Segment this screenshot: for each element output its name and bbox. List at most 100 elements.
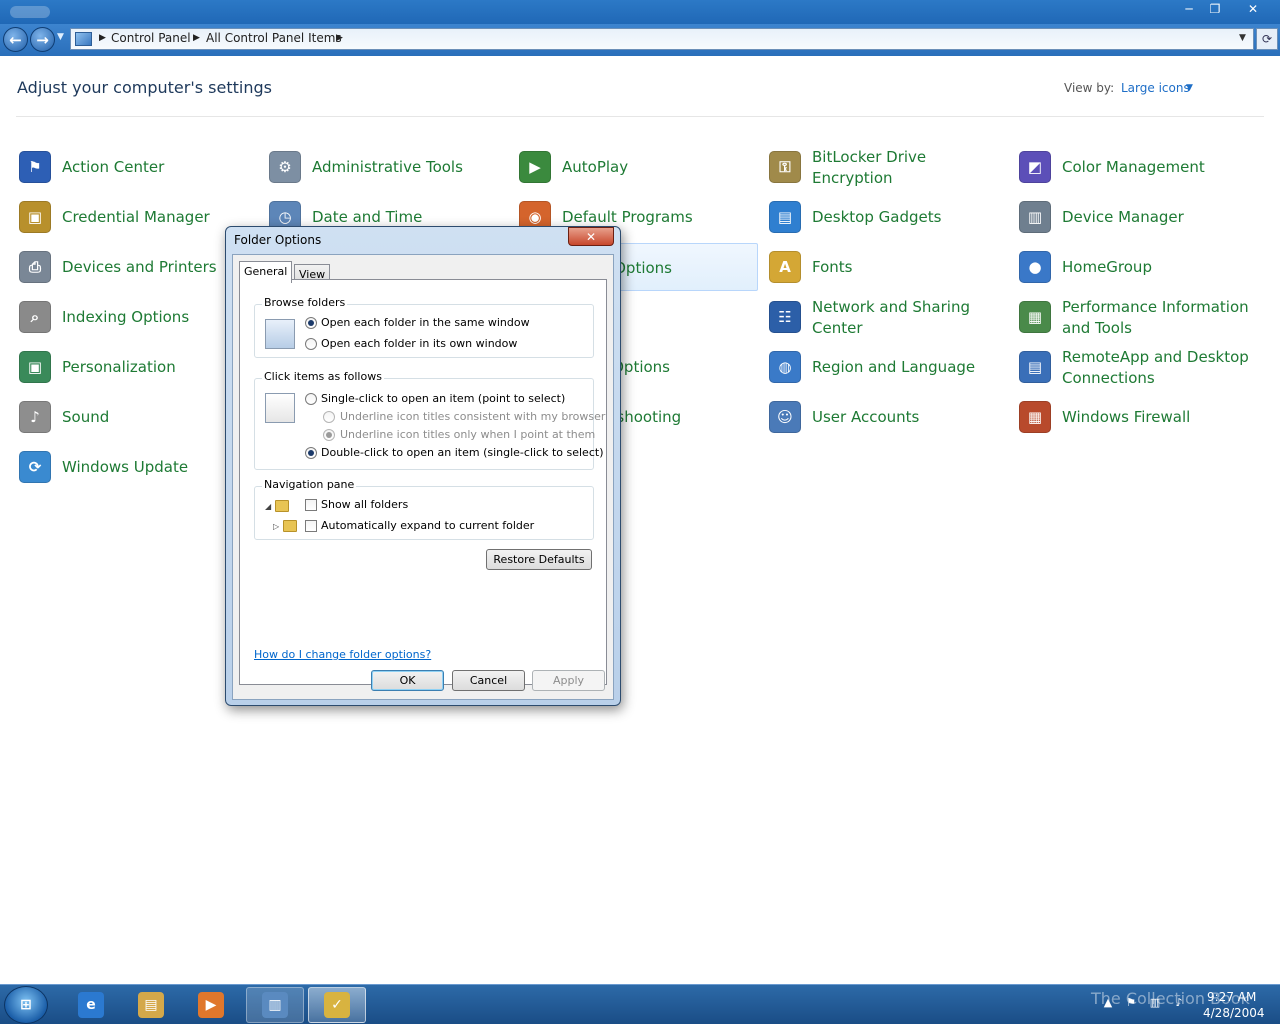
dialog-body: General View Browse folders Open each fo… [232, 254, 614, 700]
dialog-close-button[interactable]: ✕ [568, 227, 614, 246]
action-center-flag-icon[interactable]: ⚑ [1124, 995, 1138, 1009]
personalization-icon: ▣ [19, 351, 51, 383]
control-panel-item[interactable]: ▦ Windows Firewall [1016, 393, 1258, 441]
chevron-down-icon[interactable]: ▼ [1186, 83, 1193, 93]
breadcrumb-separator[interactable]: ▶ [193, 33, 200, 43]
control-panel-item[interactable]: ▤ RemoteApp and Desktop Connections [1016, 343, 1258, 391]
option-label[interactable]: Single-click to open an item (point to s… [321, 392, 565, 405]
show-hidden-icons-button[interactable]: ▲ [1101, 995, 1115, 1009]
folder-options-icon: ✓ [324, 992, 350, 1018]
control-panel-item[interactable]: ⎙ Devices and Printers [16, 243, 258, 291]
control-panel-item[interactable]: ▶ AutoPlay [516, 143, 758, 191]
radio-underline-browser[interactable] [323, 411, 335, 423]
forward-button[interactable]: → [30, 27, 55, 52]
address-bar[interactable]: ▶ Control Panel ▶ All Control Panel Item… [70, 28, 1254, 50]
control-panel-item[interactable]: ▥ Device Manager [1016, 193, 1258, 241]
network-icon[interactable]: ▥ [1148, 995, 1162, 1009]
option-label[interactable]: Open each folder in the same window [321, 316, 530, 329]
control-panel-item-label: Devices and Printers [62, 258, 217, 276]
folder-icon [283, 520, 297, 532]
control-panel-item[interactable]: ☷ Network and Sharing Center [766, 293, 1008, 341]
page-title: Adjust your computer's settings [17, 78, 272, 97]
control-panel-item[interactable]: ▦ Performance Information and Tools [1016, 293, 1258, 341]
desktop-gadgets-icon: ▤ [769, 201, 801, 233]
option-label[interactable]: Underline icon titles consistent with my… [340, 410, 605, 423]
group-title: Click items as follows [262, 370, 384, 383]
radio-same-window[interactable] [305, 317, 317, 329]
ok-button[interactable]: OK [371, 670, 444, 691]
control-panel-item-label: Fonts [812, 258, 853, 276]
control-panel-item-label: Device Manager [1062, 208, 1184, 226]
breadcrumb-all-items[interactable]: All Control Panel Items [206, 31, 342, 45]
taskbar-control-panel[interactable]: ▥ [246, 987, 304, 1023]
option-label[interactable]: Show all folders [321, 498, 408, 511]
control-panel-item[interactable]: ▤ Desktop Gadgets [766, 193, 1008, 241]
option-label[interactable]: Double-click to open an item (single-cli… [321, 446, 603, 459]
refresh-button[interactable]: ⟳ [1256, 28, 1278, 50]
control-panel-icon: ▥ [262, 992, 288, 1018]
radio-own-window[interactable] [305, 338, 317, 350]
titlebar-glow [10, 6, 50, 18]
tab-general[interactable]: General [239, 261, 293, 283]
control-panel-item[interactable]: ♪ Sound [16, 393, 258, 441]
cancel-button[interactable]: Cancel [452, 670, 525, 691]
option-label[interactable]: Automatically expand to current folder [321, 519, 534, 532]
taskbar-internet-explorer[interactable]: e [62, 987, 120, 1023]
apply-button[interactable]: Apply [532, 670, 605, 691]
browse-folders-icon [265, 319, 295, 349]
checkbox-show-all-folders[interactable] [305, 499, 317, 511]
color-management-icon: ◩ [1019, 151, 1051, 183]
clock-time[interactable]: 9:27 AM [1207, 990, 1256, 1004]
taskbar-windows-explorer[interactable]: ▤ [122, 987, 180, 1023]
control-panel-item-label: Default Programs [562, 208, 693, 226]
volume-icon[interactable]: ♪ [1172, 995, 1186, 1009]
breadcrumb-separator[interactable]: ▶ [99, 33, 106, 43]
control-panel-item[interactable]: ⚙ Administrative Tools [266, 143, 508, 191]
option-label[interactable]: Underline icon titles only when I point … [340, 428, 595, 441]
performance-icon: ▦ [1019, 301, 1051, 333]
network-sharing-icon: ☷ [769, 301, 801, 333]
taskbar: ⊞ e ▤ ▶ ▥ ✓ [0, 984, 1280, 1024]
recent-pages-dropdown[interactable]: ▼ [57, 32, 64, 42]
control-panel-item[interactable]: ⚑ Action Center [16, 143, 258, 191]
taskbar-media-player[interactable]: ▶ [182, 987, 240, 1023]
breadcrumb-separator[interactable]: ▶ [336, 33, 343, 43]
control-panel-item-label: AutoPlay [562, 158, 629, 176]
radio-double-click[interactable] [305, 447, 317, 459]
minimize-button[interactable]: ─ [1176, 0, 1202, 17]
help-link[interactable]: How do I change folder options? [254, 648, 431, 661]
radio-single-click[interactable] [305, 393, 317, 405]
close-button[interactable]: ✕ [1228, 0, 1278, 17]
general-tab-panel: Browse folders Open each folder in the s… [239, 279, 607, 685]
start-button[interactable]: ⊞ [4, 986, 48, 1024]
control-panel-item[interactable]: ▣ Personalization [16, 343, 258, 391]
control-panel-item[interactable]: A Fonts [766, 243, 1008, 291]
checkbox-auto-expand[interactable] [305, 520, 317, 532]
control-panel-item[interactable]: ⟳ Windows Update [16, 443, 258, 491]
control-panel-item[interactable]: ⚿ BitLocker Drive Encryption [766, 143, 1008, 191]
control-panel-item[interactable]: ◩ Color Management [1016, 143, 1258, 191]
restore-defaults-button[interactable]: Restore Defaults [486, 549, 592, 570]
view-by-label: View by: [1064, 81, 1115, 95]
control-panel-item-label: Personalization [62, 358, 176, 376]
option-label[interactable]: Open each folder in its own window [321, 337, 517, 350]
action-center-icon: ⚑ [19, 151, 51, 183]
radio-underline-point[interactable] [323, 429, 335, 441]
collapsed-arrow-icon: ▷ [273, 522, 280, 531]
administrative-tools-icon: ⚙ [269, 151, 301, 183]
control-panel-item-label: Color Management [1062, 158, 1205, 176]
control-panel-item[interactable]: ● HomeGroup [1016, 243, 1258, 291]
breadcrumb-control-panel[interactable]: Control Panel [111, 31, 191, 45]
back-button[interactable]: ← [3, 27, 28, 52]
address-dropdown[interactable]: ▼ [1239, 33, 1246, 43]
control-panel-item[interactable]: ◍ Region and Language [766, 343, 1008, 391]
user-accounts-icon: ☺ [769, 401, 801, 433]
remoteapp-icon: ▤ [1019, 351, 1051, 383]
control-panel-item[interactable]: ⌕ Indexing Options [16, 293, 258, 341]
view-by-dropdown[interactable]: Large icons [1121, 81, 1190, 95]
maximize-button[interactable]: ❐ [1202, 0, 1228, 17]
taskbar-folder-options[interactable]: ✓ [308, 987, 366, 1023]
control-panel-item[interactable]: ☺ User Accounts [766, 393, 1008, 441]
clock-date[interactable]: 4/28/2004 [1203, 1006, 1265, 1020]
control-panel-item[interactable]: ▣ Credential Manager [16, 193, 258, 241]
